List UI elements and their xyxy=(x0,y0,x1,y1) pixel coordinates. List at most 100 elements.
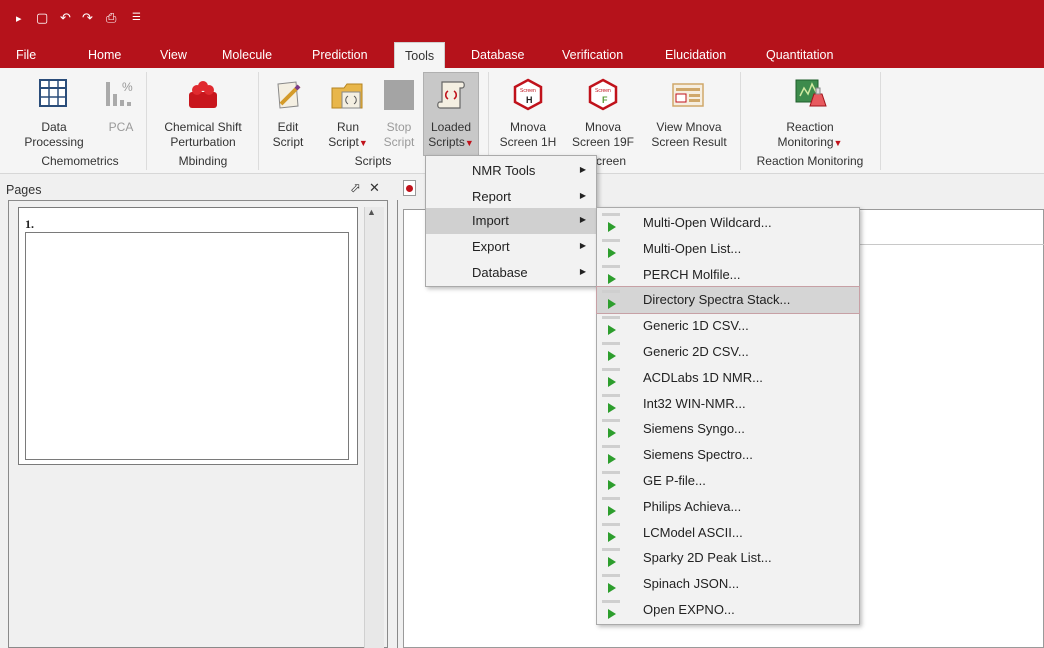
menu-item-label: NMR Tools xyxy=(472,163,536,178)
submenu-item[interactable]: Sparky 2D Peak List... xyxy=(597,545,859,571)
submenu-item-label: Siemens Syngo... xyxy=(643,421,745,437)
tab-database[interactable]: Database xyxy=(471,48,525,62)
play-triangle xyxy=(608,480,616,490)
menu-item-import[interactable]: Import ▶ xyxy=(426,208,596,234)
play-triangle xyxy=(608,505,616,516)
submenu-item[interactable]: Open EXPNO... xyxy=(597,597,859,623)
title-bar: ▸ ▢ ↶ ↷ ⎙ ☰ xyxy=(0,0,1044,42)
run-script-icon[interactable] xyxy=(330,78,366,112)
loaded-scripts-label-2-text: Scripts xyxy=(428,135,465,149)
mnova-screen-19f-icon[interactable]: Screen F xyxy=(587,78,619,112)
submenu-item[interactable]: PERCH Molfile... xyxy=(597,262,859,288)
pages-scrollbar[interactable] xyxy=(364,207,384,648)
tab-tools[interactable]: Tools xyxy=(394,42,446,69)
lego-brick-icon[interactable] xyxy=(186,80,220,110)
loaded-scripts-label-2: Scripts▼ xyxy=(423,135,479,151)
submenu-item[interactable]: LCModel ASCII... xyxy=(597,520,859,546)
menu-item-export[interactable]: Export ▶ xyxy=(426,234,596,260)
submenu-item[interactable]: Siemens Spectro... xyxy=(597,442,859,468)
mbinding-group-label: Mbinding xyxy=(178,154,228,168)
submenu-item[interactable]: Spinach JSON... xyxy=(597,571,859,597)
submenu-item-label: Philips Achieva... xyxy=(643,498,742,514)
undo-icon[interactable]: ↶ xyxy=(60,10,71,26)
run-script-play-icon xyxy=(602,316,620,336)
submenu-item[interactable]: Generic 1D CSV... xyxy=(597,313,859,339)
svg-text:Screen: Screen xyxy=(595,88,611,94)
stop-icon xyxy=(384,80,414,110)
loaded-scripts-label: Loaded Scripts▼ xyxy=(423,120,479,151)
loaded-scripts-menu: NMR Tools ▶ Report ▶ Import ▶ Export ▶ D… xyxy=(425,155,597,287)
mnova-screen-1h-button[interactable]: Mnova Screen 1H xyxy=(496,120,560,150)
submenu-item[interactable]: Generic 2D CSV... xyxy=(597,339,859,365)
submenu-item[interactable]: Philips Achieva... xyxy=(597,494,859,520)
menu-item-report[interactable]: Report ▶ xyxy=(426,184,596,210)
view-mnova-screen-result-button[interactable]: View Mnova Screen Result xyxy=(646,120,732,150)
data-processing-label-1: Data xyxy=(41,120,67,134)
customize-icon[interactable]: ☰ xyxy=(132,12,141,23)
submenu-item[interactable]: Multi-Open List... xyxy=(597,236,859,262)
reaction-monitoring-label-2-text: Monitoring xyxy=(777,135,834,149)
document-tab-icon[interactable] xyxy=(403,180,416,196)
tab-view[interactable]: View xyxy=(160,48,187,62)
menu-item-nmr-tools[interactable]: NMR Tools ▶ xyxy=(426,158,596,184)
scroll-up-icon[interactable]: ▲ xyxy=(367,207,376,217)
screen-group-label: creen xyxy=(596,154,627,168)
loaded-scripts-label-1: Loaded xyxy=(430,120,472,134)
view-result-label-2: Screen Result xyxy=(651,135,727,149)
mnova-19f-label-2: Screen 19F xyxy=(571,135,635,149)
edit-script-icon[interactable] xyxy=(272,78,304,112)
data-processing-button[interactable]: Data Processing xyxy=(22,120,86,150)
script-thumbnail-bar xyxy=(602,290,620,294)
mnova-screen-19f-button[interactable]: Mnova Screen 19F xyxy=(570,120,636,150)
edit-script-button[interactable]: Edit Script xyxy=(266,120,310,150)
run-script-play-icon xyxy=(602,342,620,362)
submenu-item-label: Sparky 2D Peak List... xyxy=(643,550,772,566)
table-icon[interactable] xyxy=(38,78,68,108)
play-triangle xyxy=(608,428,616,439)
script-thumbnail-bar xyxy=(602,445,620,449)
view-result-icon[interactable] xyxy=(671,82,705,108)
run-script-label-2-text: Script xyxy=(328,135,359,149)
run-script-play-icon xyxy=(602,600,620,620)
menu-item-database[interactable]: Database ▶ xyxy=(426,260,596,286)
submenu-item[interactable]: GE P-file... xyxy=(597,468,859,494)
run-script-button[interactable]: Run Script▼ xyxy=(324,120,372,151)
tab-elucidation[interactable]: Elucidation xyxy=(665,48,726,62)
print-icon[interactable]: ⎙ xyxy=(106,10,116,26)
save-icon[interactable]: ▢ xyxy=(36,10,48,26)
close-icon[interactable]: ✕ xyxy=(369,180,380,196)
run-script-play-icon xyxy=(602,213,620,233)
script-thumbnail-bar xyxy=(602,367,620,371)
submenu-item[interactable]: Siemens Syngo... xyxy=(597,416,859,442)
svg-text:%: % xyxy=(122,80,133,94)
submenu-item-label: LCModel ASCII... xyxy=(643,524,743,540)
pin-icon[interactable]: ⬀ xyxy=(350,180,361,196)
tab-home[interactable]: Home xyxy=(88,48,121,62)
tab-verification[interactable]: Verification xyxy=(562,48,623,62)
submenu-item-label: PERCH Molfile... xyxy=(643,266,741,282)
script-thumbnail-bar xyxy=(602,264,620,268)
submenu-item-label: Open EXPNO... xyxy=(643,602,735,617)
reaction-monitoring-button[interactable]: Reaction Monitoring▼ xyxy=(762,120,858,151)
play-triangle xyxy=(608,557,616,568)
run-script-label-2: Script▼ xyxy=(324,135,372,151)
group-separator xyxy=(146,72,147,170)
submenu-item[interactable]: ACDLabs 1D NMR... xyxy=(597,365,859,391)
submenu-item[interactable]: Directory Spectra Stack... xyxy=(596,286,860,315)
redo-icon[interactable]: ↷ xyxy=(82,10,93,26)
submenu-item[interactable]: Int32 WIN-NMR... xyxy=(597,391,859,417)
group-separator xyxy=(740,72,741,170)
reaction-monitoring-icon[interactable] xyxy=(792,76,828,112)
submenu-item-label: Multi-Open Wildcard... xyxy=(643,215,772,230)
tab-quantitation[interactable]: Quantitation xyxy=(766,48,833,62)
play-triangle xyxy=(608,273,616,284)
submenu-item-label: Generic 2D CSV... xyxy=(643,344,749,359)
chemical-shift-perturbation-button[interactable]: Chemical Shift Perturbation xyxy=(156,120,250,150)
splitter[interactable] xyxy=(397,200,398,648)
mnova-screen-1h-icon[interactable]: Screen H xyxy=(512,78,544,112)
scroll-script-icon xyxy=(437,81,465,109)
tab-file[interactable]: File xyxy=(16,48,36,62)
submenu-item[interactable]: Multi-Open Wildcard... xyxy=(597,210,859,236)
tab-molecule[interactable]: Molecule xyxy=(222,48,272,62)
tab-prediction[interactable]: Prediction xyxy=(312,48,368,62)
